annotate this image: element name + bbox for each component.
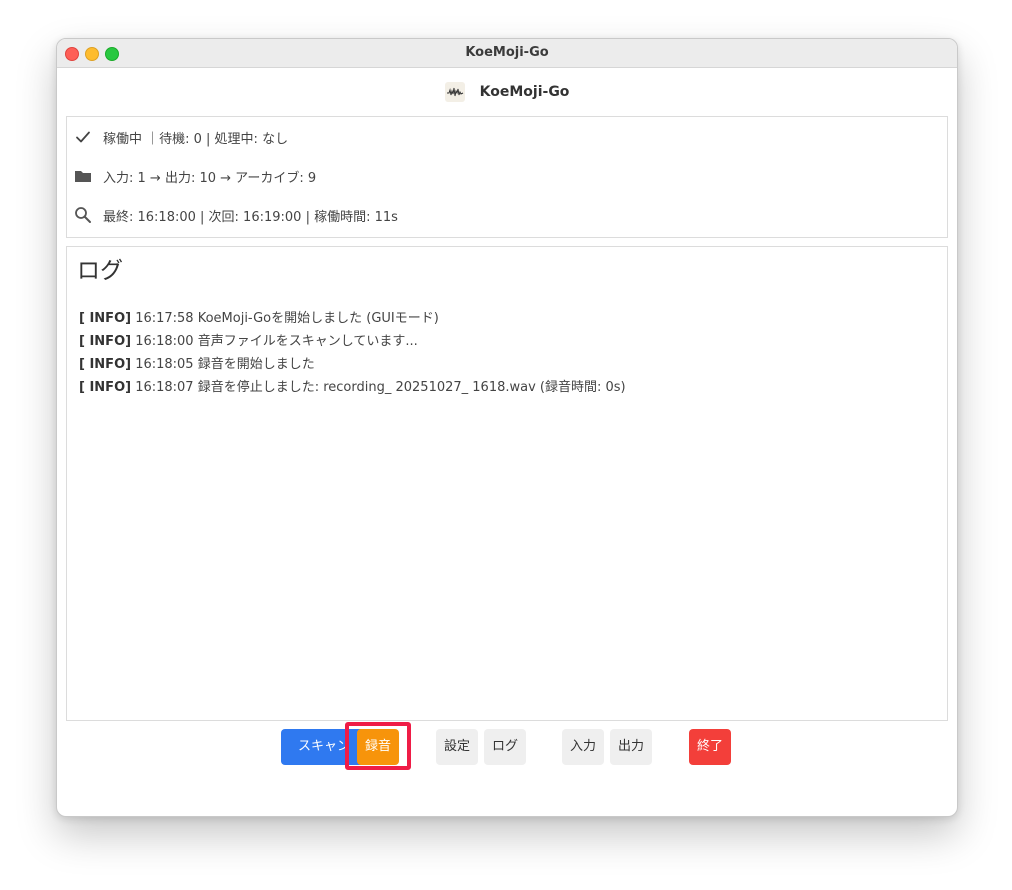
check-icon: [73, 127, 93, 147]
log-level: [ INFO]: [79, 357, 132, 372]
log-line: [ INFO] 16:18:00 音声ファイルをスキャンしています...: [79, 330, 626, 353]
output-folder-button[interactable]: 出力: [610, 729, 652, 765]
status-files-text: 入力: 1 → 出力: 10 → アーカイブ: 9: [103, 171, 317, 186]
status-row-files: 入力: 1 → 出力: 10 → アーカイブ: 9: [67, 164, 947, 188]
log-line: [ INFO] 16:18:07 録音を停止しました: recording_ 2…: [79, 376, 626, 399]
log-message: 16:18:05 録音を開始しました: [131, 357, 315, 372]
log-level: [ INFO]: [79, 380, 132, 395]
log-button[interactable]: ログ: [484, 729, 526, 765]
log-level: [ INFO]: [79, 334, 132, 349]
status-running-text: 稼働中 ｜待機: 0 | 処理中: なし: [103, 132, 289, 147]
quit-button[interactable]: 終了: [689, 729, 731, 765]
log-message: 16:18:00 音声ファイルをスキャンしています...: [131, 334, 418, 349]
app-window: KoeMoji-Go KoeMoji-Go 稼働中 ｜待機: 0 | 処理中: …: [56, 38, 958, 817]
title-bar[interactable]: KoeMoji-Go: [57, 39, 957, 68]
app-name: KoeMoji-Go: [479, 83, 570, 100]
status-row-running: 稼働中 ｜待機: 0 | 処理中: なし: [67, 125, 947, 149]
log-message: 16:18:07 録音を停止しました: recording_ 20251027_…: [131, 380, 626, 395]
waveform-logo-icon: [444, 81, 465, 102]
log-lines: [ INFO] 16:17:58 KoeMoji-Goを開始しました (GUIモ…: [79, 307, 626, 399]
log-level: [ INFO]: [79, 311, 132, 326]
settings-button[interactable]: 設定: [436, 729, 478, 765]
log-line: [ INFO] 16:17:58 KoeMoji-Goを開始しました (GUIモ…: [79, 307, 626, 330]
status-schedule-text: 最終: 16:18:00 | 次回: 16:19:00 | 稼働時間: 11s: [103, 210, 398, 225]
app-header: KoeMoji-Go: [57, 81, 957, 105]
search-icon: [73, 205, 93, 225]
input-folder-button[interactable]: 入力: [562, 729, 604, 765]
log-panel[interactable]: ログ [ INFO] 16:17:58 KoeMoji-Goを開始しました (G…: [66, 246, 948, 721]
log-title: ログ: [77, 258, 123, 284]
log-line: [ INFO] 16:18:05 録音を開始しました: [79, 353, 626, 376]
log-message: 16:17:58 KoeMoji-Goを開始しました (GUIモード): [131, 311, 439, 326]
window-title: KoeMoji-Go: [465, 45, 549, 60]
status-row-schedule: 最終: 16:18:00 | 次回: 16:19:00 | 稼働時間: 11s: [67, 203, 947, 227]
folder-icon: [73, 166, 93, 186]
record-button-highlight: [345, 722, 411, 770]
status-panel: 稼働中 ｜待機: 0 | 処理中: なし 入力: 1 → 出力: 10 → アー…: [66, 116, 948, 238]
